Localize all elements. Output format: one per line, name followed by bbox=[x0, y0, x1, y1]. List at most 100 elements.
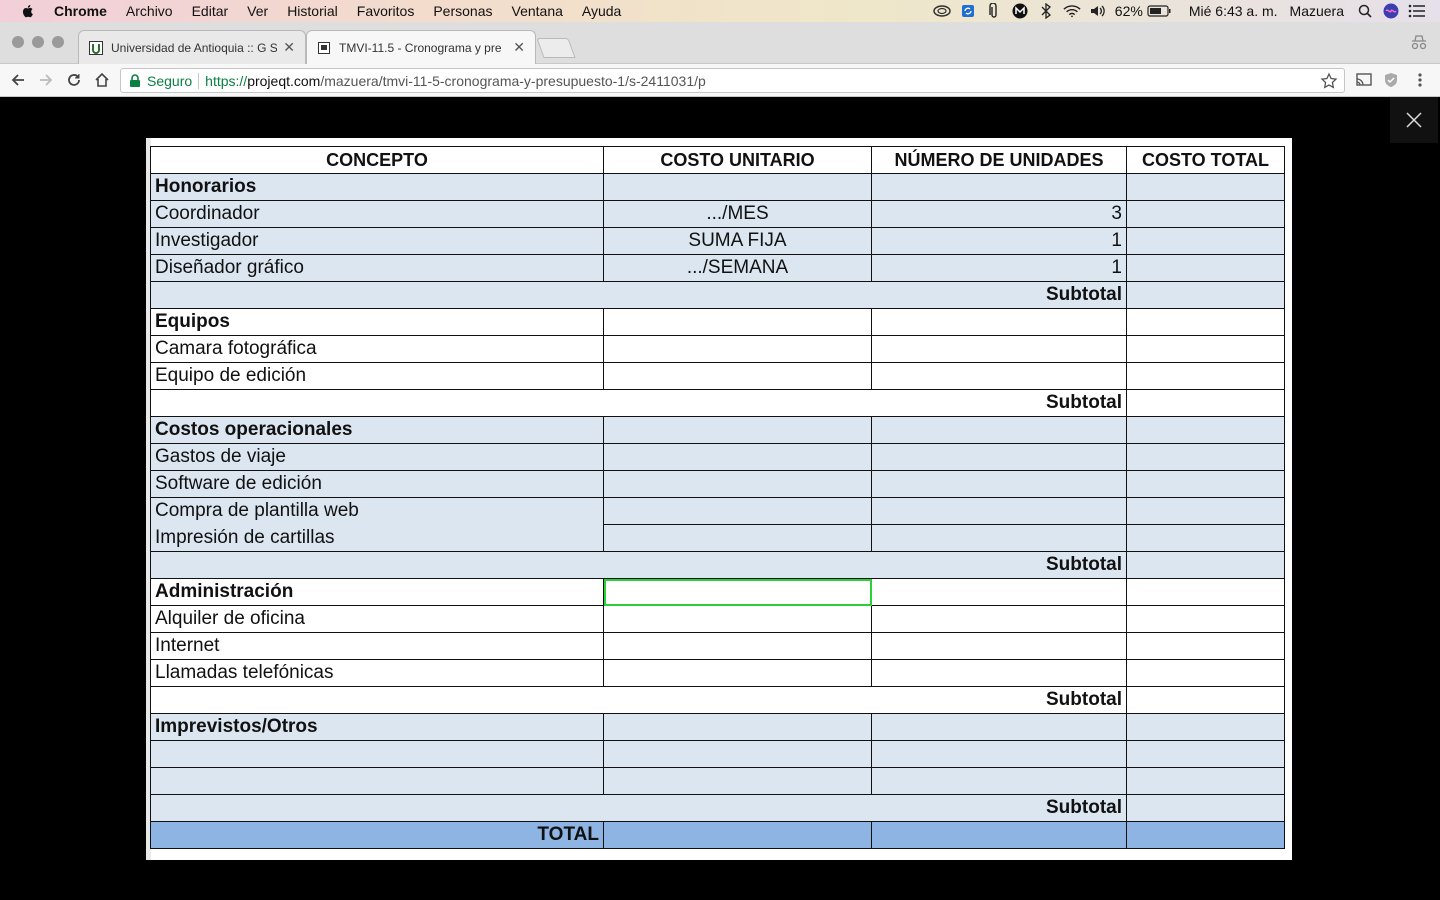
new-tab-button[interactable] bbox=[536, 38, 576, 58]
cell bbox=[871, 659, 1127, 687]
bookmark-star-icon[interactable] bbox=[1320, 72, 1338, 90]
tab-tmvi[interactable]: TMVI-11.5 - Cronograma y pre ✕ bbox=[306, 30, 536, 64]
table-row bbox=[150, 767, 1285, 795]
window-close-button[interactable] bbox=[12, 36, 24, 48]
table-row: Impresión de cartillas bbox=[150, 524, 1285, 552]
secure-label[interactable]: Seguro bbox=[147, 73, 192, 89]
apple-icon[interactable] bbox=[20, 3, 36, 19]
cell bbox=[603, 659, 872, 687]
cell bbox=[1126, 605, 1285, 633]
shield-extension-icon[interactable] bbox=[1381, 70, 1401, 90]
reload-icon[interactable] bbox=[64, 70, 84, 90]
cell bbox=[1126, 227, 1285, 255]
concept-cell: Llamadas telefónicas bbox=[150, 659, 604, 687]
kebab-menu-icon[interactable] bbox=[1410, 70, 1430, 90]
notification-center-icon[interactable] bbox=[1408, 3, 1426, 19]
header-concepto: CONCEPTO bbox=[150, 146, 604, 174]
volume-icon[interactable] bbox=[1089, 3, 1107, 19]
cell bbox=[871, 740, 1127, 768]
cell bbox=[871, 578, 1127, 606]
tab-universidad[interactable]: Universidad de Antioquia :: G S ✕ bbox=[78, 30, 306, 64]
battery-icon[interactable] bbox=[1147, 3, 1171, 19]
table-row: Alquiler de oficina bbox=[150, 605, 1285, 633]
wifi-icon[interactable] bbox=[1063, 3, 1081, 19]
clock[interactable]: Mié 6:43 a. m. bbox=[1189, 3, 1278, 19]
cell bbox=[1126, 173, 1285, 201]
window-minimize-button[interactable] bbox=[32, 36, 44, 48]
paperclip-icon[interactable] bbox=[985, 3, 1003, 19]
cell bbox=[871, 308, 1127, 336]
cell bbox=[603, 416, 872, 444]
subtotal-label: Subtotal bbox=[150, 281, 1127, 309]
table-row: Software de edición bbox=[150, 470, 1285, 498]
cell bbox=[871, 632, 1127, 660]
concept-cell bbox=[150, 740, 604, 768]
concept-cell: Gastos de viaje bbox=[150, 443, 604, 471]
address-bar[interactable]: Seguro https://projeqt.com/mazuera/tmvi-… bbox=[120, 68, 1345, 93]
close-viewer-button[interactable] bbox=[1390, 97, 1438, 143]
lock-icon[interactable] bbox=[129, 73, 141, 88]
user-name[interactable]: Mazuera bbox=[1290, 3, 1344, 19]
cell bbox=[871, 173, 1127, 201]
cell bbox=[1126, 362, 1285, 390]
siri-icon[interactable] bbox=[1382, 3, 1400, 19]
cell bbox=[603, 767, 872, 795]
cell bbox=[603, 362, 872, 390]
incognito-icon[interactable] bbox=[1410, 34, 1428, 55]
table-row bbox=[150, 740, 1285, 768]
cell bbox=[1126, 767, 1285, 795]
creative-cloud-icon[interactable] bbox=[933, 3, 951, 19]
table-row: Compra de plantilla web bbox=[150, 497, 1285, 525]
concept-cell: Camara fotográfica bbox=[150, 335, 604, 363]
cell bbox=[1126, 254, 1285, 282]
units-cell: 3 bbox=[871, 200, 1127, 228]
subtotal-label: Subtotal bbox=[150, 389, 1127, 417]
subtotal-label: Subtotal bbox=[150, 686, 1127, 714]
table-row: Gastos de viaje bbox=[150, 443, 1285, 471]
menu-ver[interactable]: Ver bbox=[247, 3, 268, 19]
slide-viewer: CONCEPTO COSTO UNITARIO NÚMERO DE UNIDAD… bbox=[0, 97, 1440, 900]
cell bbox=[871, 335, 1127, 363]
menu-favoritos[interactable]: Favoritos bbox=[357, 3, 415, 19]
sync-app-icon[interactable] bbox=[959, 3, 977, 19]
concept-cell: Equipo de edición bbox=[150, 362, 604, 390]
tab-close-icon[interactable]: ✕ bbox=[283, 39, 295, 56]
menu-historial[interactable]: Historial bbox=[287, 3, 338, 19]
table-row: Diseñador gráfico .../SEMANA 1 bbox=[150, 254, 1285, 282]
window-zoom-button[interactable] bbox=[52, 36, 64, 48]
menu-bar: Chrome Archivo Editar Ver Historial Favo… bbox=[0, 0, 1440, 22]
bluetooth-icon[interactable] bbox=[1037, 3, 1055, 19]
concept-cell: Impresión de cartillas bbox=[150, 524, 604, 552]
back-arrow-icon[interactable] bbox=[8, 70, 28, 90]
home-icon[interactable] bbox=[92, 70, 112, 90]
forward-arrow-icon[interactable] bbox=[36, 70, 56, 90]
cell bbox=[603, 470, 872, 498]
tab-close-icon[interactable]: ✕ bbox=[513, 39, 525, 56]
unit-cost-cell: .../MES bbox=[603, 200, 872, 228]
cell bbox=[603, 821, 872, 849]
tab-title: TMVI-11.5 - Cronograma y pre bbox=[339, 40, 502, 55]
tab-strip: Universidad de Antioquia :: G S ✕ TMVI-1… bbox=[0, 22, 1440, 64]
cell bbox=[1126, 497, 1285, 525]
m-app-icon[interactable] bbox=[1011, 3, 1029, 19]
menu-ayuda[interactable]: Ayuda bbox=[582, 3, 621, 19]
table-row: Investigador SUMA FIJA 1 bbox=[150, 227, 1285, 255]
menu-editar[interactable]: Editar bbox=[192, 3, 229, 19]
spotlight-search-icon[interactable] bbox=[1356, 3, 1374, 19]
menu-archivo[interactable]: Archivo bbox=[126, 3, 173, 19]
cell bbox=[871, 416, 1127, 444]
section-title: Costos operacionales bbox=[150, 416, 604, 444]
menu-personas[interactable]: Personas bbox=[433, 3, 492, 19]
total-row: TOTAL bbox=[150, 821, 1285, 849]
subtotal-label: Subtotal bbox=[150, 551, 1127, 579]
address-separator bbox=[198, 72, 200, 89]
cell bbox=[871, 443, 1127, 471]
cell bbox=[1126, 308, 1285, 336]
cell bbox=[603, 740, 872, 768]
menu-ventana[interactable]: Ventana bbox=[512, 3, 563, 19]
menu-chrome[interactable]: Chrome bbox=[54, 3, 107, 19]
cell bbox=[1126, 551, 1285, 579]
selected-cell[interactable] bbox=[603, 578, 872, 606]
cast-icon[interactable] bbox=[1354, 70, 1374, 90]
section-row: Imprevistos/Otros bbox=[150, 713, 1285, 741]
